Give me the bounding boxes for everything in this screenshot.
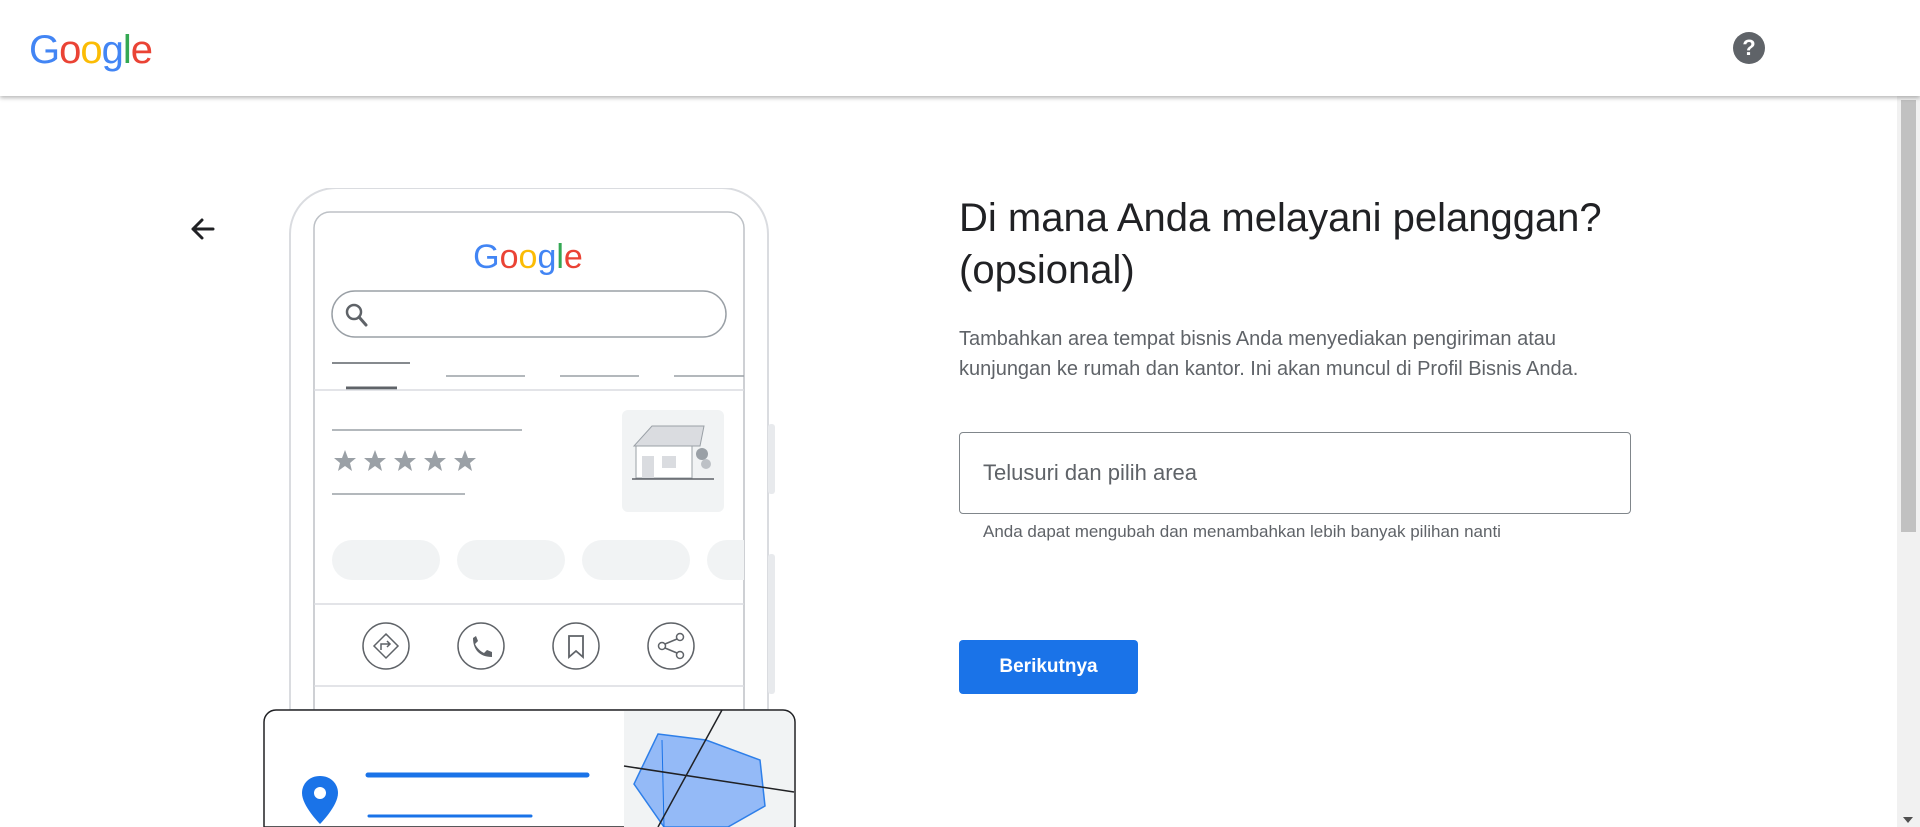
logo-letter-g: G xyxy=(29,28,60,72)
google-logo[interactable]: Google xyxy=(29,28,153,73)
scroll-down-arrow-icon[interactable] xyxy=(1903,817,1913,823)
phone-side-button-1 xyxy=(768,424,775,494)
chip-2 xyxy=(457,540,565,580)
back-arrow-button[interactable] xyxy=(183,210,221,248)
page-title-line2: (opsional) xyxy=(959,248,1135,292)
phone-side-button-2 xyxy=(768,554,775,694)
bookmark-icon xyxy=(552,622,600,670)
scrollbar-thumb[interactable] xyxy=(1901,100,1916,532)
service-area-search-input[interactable] xyxy=(959,432,1631,514)
help-icon[interactable]: ? xyxy=(1733,32,1765,64)
page-title-line1: Di mana Anda melayani pelanggan? xyxy=(959,196,1602,240)
logo-letter-o2: o xyxy=(80,28,102,72)
back-arrow-icon xyxy=(191,218,215,240)
share-icon xyxy=(647,622,695,670)
page-description: Tambahkan area tempat bisnis Anda menyed… xyxy=(959,324,1679,384)
chip-3 xyxy=(582,540,690,580)
page-title: Di mana Anda melayani pelanggan? (opsion… xyxy=(959,192,1659,296)
next-button[interactable]: Berikutnya xyxy=(959,640,1138,694)
phone-search-bar xyxy=(331,290,727,338)
description-line2: kunjungan ke rumah dan kantor. Ini akan … xyxy=(959,358,1579,380)
logo-letter-l: l xyxy=(122,28,132,72)
logo-letter-e: e xyxy=(130,28,153,72)
search-helper-text: Anda dapat mengubah dan menambahkan lebi… xyxy=(983,522,1501,541)
top-bar: Google ? xyxy=(0,0,1920,96)
phone-icon xyxy=(457,622,505,670)
page-scrollbar[interactable] xyxy=(1897,96,1920,827)
description-line1: Tambahkan area tempat bisnis Anda menyed… xyxy=(959,328,1557,350)
logo-letter-g2: g xyxy=(101,28,124,72)
phone-google-logo: Google xyxy=(473,238,583,276)
directions-icon xyxy=(362,622,410,670)
business-profile-illustration: Google xyxy=(263,188,796,827)
map-card xyxy=(263,709,796,827)
chip-1 xyxy=(332,540,440,580)
logo-letter-o1: o xyxy=(59,28,81,72)
